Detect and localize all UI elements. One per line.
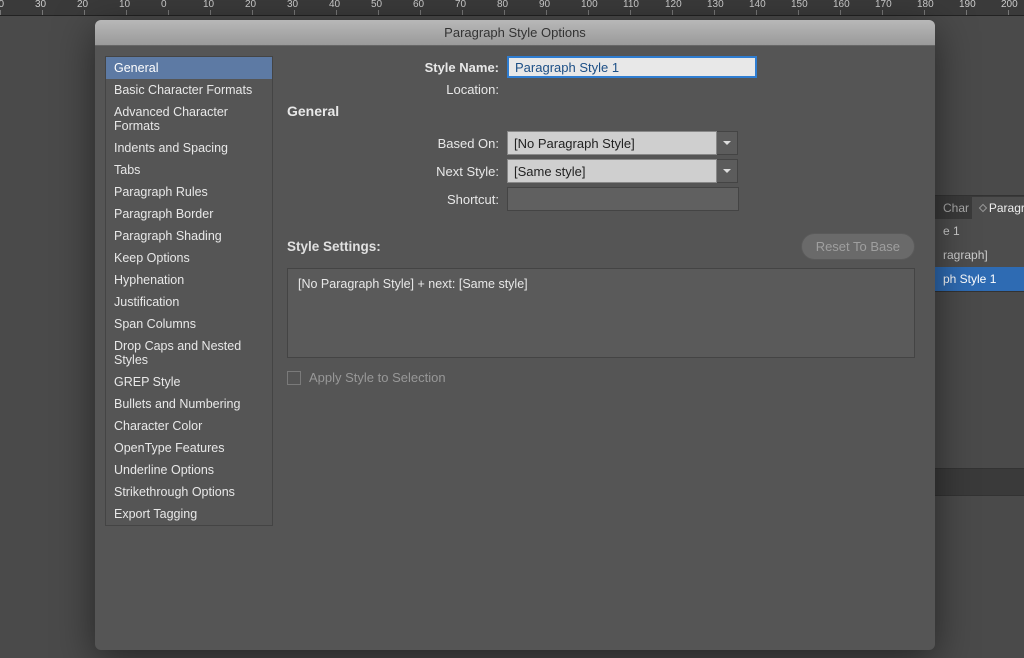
- sidebar-item-hyphenation[interactable]: Hyphenation: [106, 269, 272, 291]
- sidebar-item-indents-and-spacing[interactable]: Indents and Spacing: [106, 137, 272, 159]
- diamond-icon: [979, 204, 987, 212]
- style-settings-box: [No Paragraph Style] + next: [Same style…: [287, 268, 915, 358]
- sidebar-item-paragraph-shading[interactable]: Paragraph Shading: [106, 225, 272, 247]
- based-on-dropdown-arrow[interactable]: [716, 131, 738, 155]
- next-style-label: Next Style:: [287, 164, 507, 179]
- paragraph-style-options-dialog: Paragraph Style Options GeneralBasic Cha…: [95, 20, 935, 650]
- sidebar-item-keep-options[interactable]: Keep Options: [106, 247, 272, 269]
- sidebar-item-bullets-and-numbering[interactable]: Bullets and Numbering: [106, 393, 272, 415]
- sidebar-item-character-color[interactable]: Character Color: [106, 415, 272, 437]
- sidebar-item-opentype-features[interactable]: OpenType Features: [106, 437, 272, 459]
- sidebar-item-drop-caps-and-nested-styles[interactable]: Drop Caps and Nested Styles: [106, 335, 272, 371]
- panel-tabs: Char Paragr: [935, 196, 1024, 219]
- style-settings-label: Style Settings:: [287, 239, 381, 254]
- apply-style-label: Apply Style to Selection: [309, 370, 446, 385]
- sidebar-item-paragraph-rules[interactable]: Paragraph Rules: [106, 181, 272, 203]
- shortcut-label: Shortcut:: [287, 192, 507, 207]
- panel-footer: [934, 468, 1024, 496]
- sidebar-item-paragraph-border[interactable]: Paragraph Border: [106, 203, 272, 225]
- style-name-label: Style Name:: [287, 60, 507, 75]
- next-style-select[interactable]: [Same style]: [507, 159, 717, 183]
- style-name-input[interactable]: [507, 56, 757, 78]
- reset-to-base-button[interactable]: Reset To Base: [801, 233, 915, 260]
- next-style-dropdown-arrow[interactable]: [716, 159, 738, 183]
- chevron-down-icon: [722, 138, 732, 148]
- shortcut-input[interactable]: [507, 187, 739, 211]
- horizontal-ruler: 4030201001020304050607080901001101201301…: [0, 0, 1024, 16]
- based-on-select[interactable]: [No Paragraph Style]: [507, 131, 717, 155]
- panel-row[interactable]: ph Style 1: [935, 267, 1024, 291]
- sidebar-item-export-tagging[interactable]: Export Tagging: [106, 503, 272, 525]
- based-on-label: Based On:: [287, 136, 507, 151]
- sidebar-item-tabs[interactable]: Tabs: [106, 159, 272, 181]
- dialog-main-panel: Style Name: Location: General Based On: …: [283, 46, 935, 650]
- dialog-title: Paragraph Style Options: [95, 20, 935, 46]
- sidebar-item-basic-character-formats[interactable]: Basic Character Formats: [106, 79, 272, 101]
- tab-character-styles[interactable]: Char: [935, 197, 972, 219]
- sidebar-item-grep-style[interactable]: GREP Style: [106, 371, 272, 393]
- sidebar-item-advanced-character-formats[interactable]: Advanced Character Formats: [106, 101, 272, 137]
- tab-paragraph-styles[interactable]: Paragr: [972, 197, 1024, 219]
- location-label: Location:: [287, 82, 507, 97]
- sidebar-item-span-columns[interactable]: Span Columns: [106, 313, 272, 335]
- sidebar-item-general[interactable]: General: [106, 57, 272, 79]
- sidebar-item-underline-options[interactable]: Underline Options: [106, 459, 272, 481]
- chevron-down-icon: [722, 166, 732, 176]
- panel-row[interactable]: e 1: [935, 219, 1024, 243]
- sidebar-item-justification[interactable]: Justification: [106, 291, 272, 313]
- section-header-general: General: [287, 103, 915, 119]
- sidebar-category-list: GeneralBasic Character FormatsAdvanced C…: [105, 56, 273, 526]
- apply-style-checkbox[interactable]: [287, 371, 301, 385]
- paragraph-styles-panel: Char Paragr e 1 ragraph] ph Style 1: [934, 195, 1024, 292]
- sidebar-item-strikethrough-options[interactable]: Strikethrough Options: [106, 481, 272, 503]
- ruler-mark: 200: [1008, 0, 1024, 15]
- panel-row[interactable]: ragraph]: [935, 243, 1024, 267]
- dialog-sidebar: GeneralBasic Character FormatsAdvanced C…: [95, 46, 283, 650]
